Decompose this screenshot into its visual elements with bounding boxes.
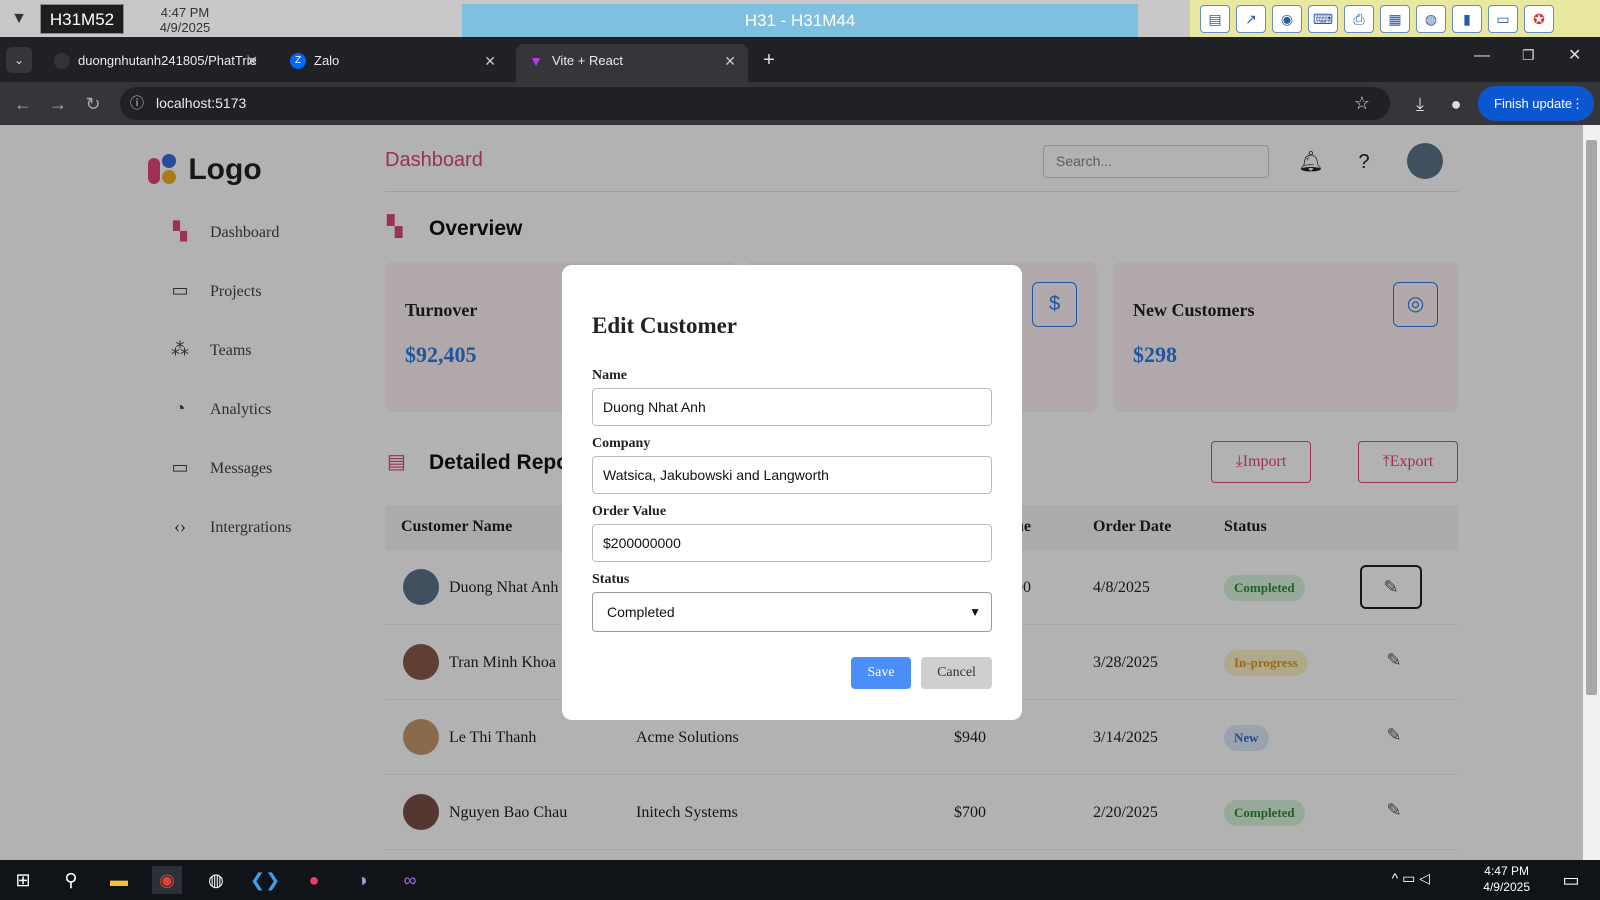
help-ring-icon[interactable]: ✪ — [1524, 4, 1554, 33]
notification-icon[interactable]: ▭ — [1556, 866, 1586, 894]
status-select-value: Completed — [607, 604, 675, 620]
file-explorer-icon[interactable]: ▬ — [104, 866, 134, 894]
tab-label: Zalo — [314, 53, 340, 68]
system-date: 4/9/2025 — [159, 20, 211, 35]
disc-icon[interactable]: ◉ — [1272, 4, 1302, 33]
machine-name: H31M52 — [40, 4, 124, 34]
page-scrollbar[interactable] — [1583, 125, 1600, 860]
order-value-field[interactable] — [592, 524, 992, 562]
server-icon[interactable]: ▤ — [1200, 4, 1230, 33]
modal-title: Edit Customer — [592, 313, 738, 338]
url-text: localhost:5173 — [156, 95, 247, 111]
profile-icon[interactable]: ● — [1443, 91, 1469, 117]
name-label: Name — [592, 368, 627, 383]
new-tab-icon[interactable]: + — [756, 47, 782, 73]
system-time: 4:47 PM — [160, 5, 210, 20]
finish-update-label: Finish update — [1494, 96, 1573, 111]
tab-vite-react[interactable]: ▼ Vite + React ✕ — [516, 44, 748, 82]
tab-zalo[interactable]: Z Zalo ✕ — [278, 44, 508, 82]
app-icon[interactable]: ◍ — [201, 866, 231, 894]
tab-search-icon[interactable]: ⌄ — [6, 47, 32, 73]
chevron-down-icon: ▼ — [969, 605, 981, 619]
name-field[interactable] — [592, 388, 992, 426]
back-icon[interactable]: ← — [10, 91, 36, 117]
tray-icons[interactable]: ^ ▭ ◁ — [1392, 870, 1430, 886]
book-icon[interactable]: ▮ — [1452, 4, 1482, 33]
windows-taskbar: ⊞ ⚲ ▬ ◉ ◍ ❮❯ ● ◑ ∞ ^ ▭ ◁ 4:47 PM 4/9/202… — [0, 860, 1600, 900]
tab-github[interactable]: duongnhutanh241805/PhatTrie ✕ — [42, 44, 270, 82]
chat-icon[interactable]: ▭ — [1488, 4, 1518, 33]
address-bar[interactable]: ⓘ localhost:5173 ☆ — [120, 87, 1390, 120]
minimize-icon[interactable]: — — [1474, 47, 1490, 65]
download-icon[interactable]: ⤓ — [1407, 91, 1433, 117]
system-top-bar: ▼ H31M52 4:47 PM 4/9/2025 H31 - H31M44 ▤… — [0, 0, 1600, 37]
github-icon — [54, 53, 70, 69]
keyboard-icon[interactable]: ⌨ — [1308, 4, 1338, 33]
tab-label: duongnhutanh241805/PhatTrie — [78, 53, 257, 68]
taskbar-clock[interactable]: 4:47 PM 4/9/2025 — [1483, 863, 1530, 895]
window-icon[interactable]: ▦ — [1380, 4, 1410, 33]
taskbar-time: 4:47 PM — [1484, 864, 1529, 878]
lab-menu-icon[interactable]: ▼ — [8, 8, 30, 30]
finish-update-button[interactable]: Finish update ⋮ — [1478, 86, 1594, 121]
app-page: Logo ▚ Dashboard ▭ Projects ⁂ Teams ◔ Analyt… — [0, 125, 1583, 860]
close-window-icon[interactable]: ✕ — [1568, 45, 1581, 65]
printer-icon[interactable]: ⎙ — [1344, 4, 1374, 33]
windows-start-icon[interactable]: ⊞ — [8, 866, 38, 894]
company-field[interactable] — [592, 456, 992, 494]
chrome-icon[interactable]: ◉ — [152, 866, 182, 894]
vscode-icon[interactable]: ❮❯ — [250, 866, 280, 894]
more-icon[interactable]: ⋮ — [1571, 86, 1584, 121]
taskbar-date: 4/9/2025 — [1483, 880, 1530, 894]
browser-toolbar: ← → ↻ ⓘ localhost:5173 ☆ ⤓ ● Finish upda… — [0, 82, 1600, 125]
order-value-label: Order Value — [592, 504, 667, 519]
browser-tab-strip: ⌄ duongnhutanh241805/PhatTrie ✕ Z Zalo ✕… — [0, 37, 1600, 82]
save-button[interactable]: Save — [851, 657, 911, 689]
forward-icon[interactable]: → — [45, 91, 71, 117]
session-title: H31 - H31M44 — [462, 4, 1138, 37]
recorder-icon[interactable]: ● — [299, 866, 329, 894]
vite-icon: ▼ — [529, 53, 543, 69]
cancel-button[interactable]: Cancel — [921, 657, 992, 689]
chart-icon[interactable]: ↗ — [1236, 4, 1266, 33]
site-info-icon[interactable]: ⓘ — [130, 87, 144, 120]
lab-toolbar: ▤ ↗ ◉ ⌨ ⎙ ▦ ◍ ▮ ▭ ✪ — [1190, 0, 1600, 37]
zalo-icon: Z — [290, 53, 306, 69]
close-icon[interactable]: ✕ — [246, 44, 258, 78]
status-label: Status — [592, 572, 630, 587]
scrollbar-thumb[interactable] — [1586, 140, 1597, 695]
reload-icon[interactable]: ↻ — [80, 91, 106, 117]
star-icon[interactable]: ☆ — [1354, 87, 1370, 120]
close-icon[interactable]: ✕ — [484, 44, 496, 78]
system-clock: 4:47 PM 4/9/2025 — [130, 2, 240, 36]
globe-icon[interactable]: ◍ — [1416, 4, 1446, 33]
close-icon[interactable]: ✕ — [724, 44, 736, 78]
edit-customer-modal: Edit Customer Name Company Order Value S… — [562, 265, 1022, 720]
status-select[interactable]: Completed ▼ — [592, 592, 992, 632]
company-label: Company — [592, 436, 651, 451]
tab-label: Vite + React — [552, 53, 623, 68]
eclipse-icon[interactable]: ◑ — [347, 866, 377, 894]
search-icon[interactable]: ⚲ — [56, 866, 86, 894]
visual-studio-icon[interactable]: ∞ — [395, 866, 425, 894]
restore-icon[interactable]: ❐ — [1522, 47, 1535, 64]
